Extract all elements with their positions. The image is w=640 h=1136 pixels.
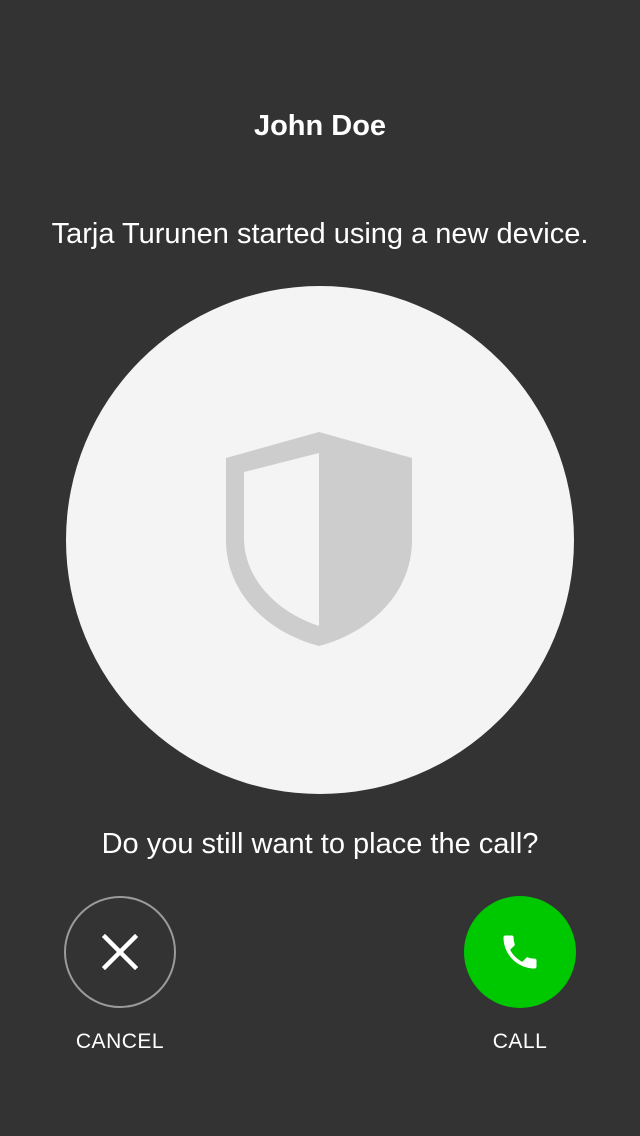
phone-icon [503,935,537,969]
shield-icon [226,432,412,646]
call-action: CALL [440,896,600,1056]
cancel-action: CANCEL [40,896,200,1056]
shield-circle [66,286,574,794]
call-label: CALL [492,1030,548,1053]
call-confirmation-question: Do you still want to place the call? [101,828,539,860]
page-title: John Doe [253,110,387,142]
new-device-message: Tarja Turunen started using a new device… [51,218,589,250]
cancel-button[interactable] [64,896,176,1008]
call-button[interactable] [464,896,576,1008]
new-device-warning-screen: John Doe Tarja Turunen started using a n… [0,0,640,1136]
cancel-label: CANCEL [75,1030,165,1053]
close-icon [102,934,138,970]
